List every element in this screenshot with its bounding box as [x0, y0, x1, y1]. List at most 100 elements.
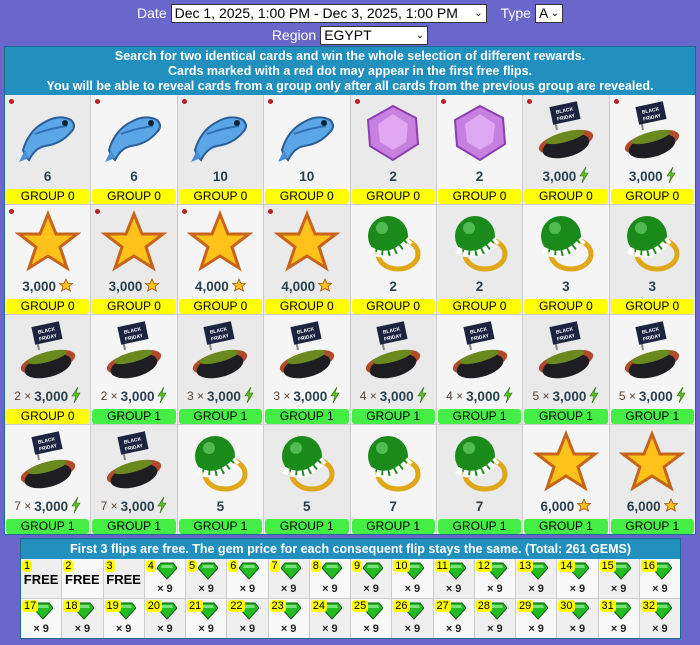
card-reward: 3,000: [22, 276, 74, 296]
flip-number: 7: [269, 560, 280, 572]
hotdog-icon: BLACK FRIDAY: [533, 320, 599, 386]
flip-cell: 4 × 9: [144, 559, 185, 598]
flip-cell: 5 × 9: [186, 559, 227, 598]
card[interactable]: 10 GROUP 0: [264, 95, 350, 204]
card-group-label: GROUP 0: [92, 299, 176, 314]
card[interactable]: 2 GROUP 0: [436, 95, 523, 204]
flip-price: × 9: [363, 623, 379, 635]
card[interactable]: BLACK FRIDAY 5 × 3,000 GROUP 1: [523, 315, 609, 424]
card[interactable]: 7 GROUP 1: [436, 425, 523, 534]
flip-number: 13: [517, 560, 534, 572]
flip-price: × 9: [652, 583, 668, 595]
card-group-label: GROUP 0: [6, 299, 90, 314]
flip-number: 12: [475, 560, 492, 572]
flip-price: × 9: [280, 623, 297, 635]
star-icon: [100, 209, 168, 276]
region-select[interactable]: EGYPT ⌄: [320, 25, 429, 45]
info-line: You will be able to reveal cards from a …: [46, 79, 654, 93]
lightning-icon: [589, 386, 599, 406]
card-group-label: GROUP 0: [610, 299, 694, 314]
card-reward: 6: [130, 166, 138, 186]
flip-number: 21: [187, 600, 204, 612]
flip-price: × 9: [652, 623, 668, 635]
card[interactable]: BLACK FRIDAY 5 × 3,000 GROUP 1: [609, 315, 695, 424]
card[interactable]: 2 GROUP 0: [350, 205, 436, 314]
card-value: 3,000: [638, 388, 673, 404]
card-value: 5: [303, 498, 311, 514]
flip-number: 1: [22, 560, 33, 572]
card[interactable]: 4,000 GROUP 0: [177, 205, 264, 314]
card[interactable]: 7 GROUP 1: [350, 425, 436, 534]
fish-icon: [15, 100, 81, 166]
date-select[interactable]: Dec 1, 2025, 1:00 PM - Dec 3, 2025, 1:00…: [170, 3, 487, 23]
type-select[interactable]: A ⌄: [534, 3, 563, 23]
card[interactable]: 6,000 GROUP 1: [523, 425, 609, 534]
card-value: 3: [648, 278, 657, 294]
flip-price: × 9: [157, 623, 173, 635]
card[interactable]: 6 GROUP 0: [5, 95, 91, 204]
lightning-icon: [417, 386, 427, 406]
gem-icon: [279, 562, 302, 580]
fish-icon: [274, 100, 340, 166]
card[interactable]: BLACK FRIDAY 3,000 GROUP 0: [609, 95, 695, 204]
card[interactable]: 5 GROUP 1: [177, 425, 264, 534]
flip-price: × 9: [239, 583, 256, 595]
red-dot-marker: [268, 209, 274, 214]
hotdog-icon: BLACK FRIDAY: [360, 320, 426, 386]
flip-number: 18: [63, 600, 80, 612]
card[interactable]: BLACK FRIDAY 4 × 3,000 GROUP 1: [436, 315, 523, 424]
card[interactable]: BLACK FRIDAY 7 × 3,000 GROUP 1: [91, 425, 177, 534]
card[interactable]: 3,000 GROUP 0: [5, 205, 91, 314]
card[interactable]: 3,000 GROUP 0: [91, 205, 177, 314]
flip-number: 4: [145, 560, 156, 572]
card-value: 6: [43, 168, 52, 184]
date-label: Date: [137, 5, 167, 21]
card[interactable]: BLACK FRIDAY 2 × 3,000 GROUP 0: [5, 315, 91, 424]
lightning-icon: [157, 386, 167, 406]
card-value: 2: [389, 168, 397, 184]
star-icon: [231, 277, 247, 295]
card-value: 2: [389, 278, 397, 294]
card[interactable]: 2 GROUP 0: [436, 205, 523, 314]
card-reward: 2: [476, 166, 484, 186]
card[interactable]: 4,000 GROUP 0: [264, 205, 350, 314]
card-value: 3,000: [379, 388, 414, 404]
flip-number: 29: [517, 600, 534, 612]
flip-cell: 27 × 9: [433, 599, 474, 638]
card[interactable]: BLACK FRIDAY 3 × 3,000 GROUP 1: [177, 315, 264, 424]
card[interactable]: 10 GROUP 0: [177, 95, 264, 204]
card-group-label: GROUP 0: [437, 299, 522, 314]
card[interactable]: BLACK FRIDAY 7 × 3,000 GROUP 1: [5, 425, 91, 534]
card[interactable]: BLACK FRIDAY 3,000 GROUP 0: [523, 95, 609, 204]
card-value: 3,000: [22, 278, 57, 294]
flip-price: × 9: [528, 583, 544, 595]
cards-panel: Search for two identical cards and win t…: [4, 46, 696, 535]
flip-price: × 9: [569, 623, 586, 635]
type-label: Type: [500, 5, 531, 21]
card[interactable]: 3 GROUP 0: [523, 205, 609, 314]
card[interactable]: BLACK FRIDAY 4 × 3,000 GROUP 1: [350, 315, 436, 424]
card-reward: 7: [389, 496, 397, 516]
flip-cell: 26 × 9: [392, 599, 433, 638]
card[interactable]: 6,000 GROUP 1: [609, 425, 695, 534]
card[interactable]: 5 GROUP 1: [264, 425, 350, 534]
card[interactable]: 2 GROUP 0: [350, 95, 436, 204]
flip-cell: 14 × 9: [557, 559, 598, 598]
flip-price: × 9: [610, 623, 627, 635]
ring-icon: [360, 210, 426, 276]
region-label: Region: [271, 27, 317, 43]
flip-cell: 2 FREE: [62, 559, 103, 598]
flip-number: 27: [434, 600, 451, 612]
red-dot-marker: [354, 99, 360, 104]
flip-price: × 9: [198, 583, 214, 595]
card[interactable]: BLACK FRIDAY 2 × 3,000 GROUP 1: [91, 315, 177, 424]
flip-cell: 28 × 9: [474, 599, 515, 638]
card[interactable]: 6 GROUP 0: [91, 95, 177, 204]
card-value: 3,000: [552, 388, 587, 404]
flip-number: 15: [599, 560, 616, 572]
flip-cell: 1 FREE: [21, 559, 62, 598]
card[interactable]: BLACK FRIDAY 3 × 3,000 GROUP 1: [264, 315, 350, 424]
flip-price: × 9: [33, 623, 49, 635]
ring-icon: [447, 210, 513, 276]
card[interactable]: 3 GROUP 0: [609, 205, 695, 314]
